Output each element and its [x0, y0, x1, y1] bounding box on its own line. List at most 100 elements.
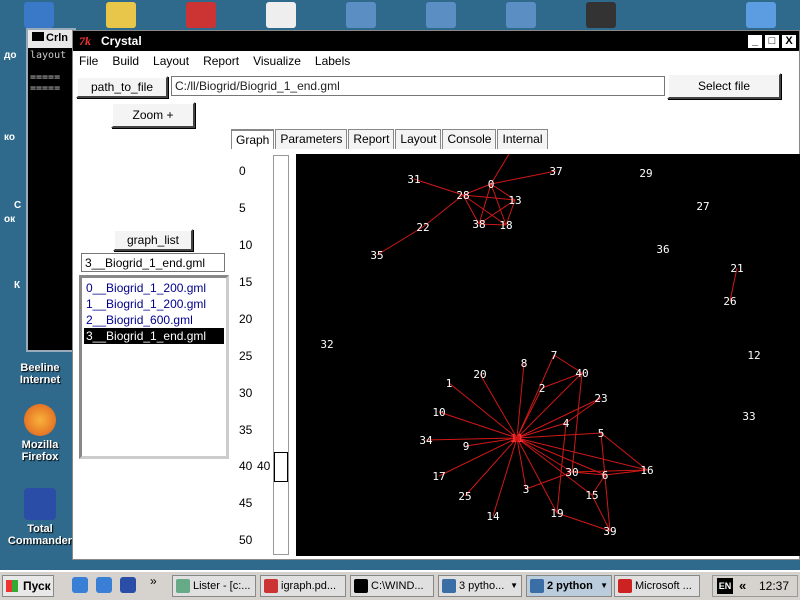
graph-drawing[interactable]: 0373128 1338 18223529273621263212337840201…: [296, 154, 800, 556]
graph-node-label[interactable]: 23: [594, 392, 607, 405]
ie-icon[interactable]: [72, 577, 88, 593]
graph-node-label[interactable]: 3: [523, 483, 530, 496]
graph-node-label[interactable]: 14: [486, 510, 500, 523]
zoom-slider[interactable]: [273, 155, 289, 555]
graph-node-label[interactable]: 15: [585, 489, 598, 502]
tab-layout[interactable]: Layout: [395, 129, 442, 149]
list-item[interactable]: 1__Biogrid_1_200.gml: [84, 296, 224, 312]
document-icon[interactable]: [266, 2, 296, 28]
graph-node-label[interactable]: 32: [320, 338, 333, 351]
python-file-icon[interactable]: [426, 2, 456, 28]
graph-node-label[interactable]: 0: [488, 178, 495, 191]
menu-labels[interactable]: Labels: [315, 54, 350, 68]
tab-internal[interactable]: Internal: [497, 129, 548, 149]
tab-console[interactable]: Console: [442, 129, 497, 149]
graph-node-label[interactable]: 16: [640, 464, 653, 477]
maximize-button[interactable]: □: [764, 33, 780, 49]
graph-node-label[interactable]: 6: [602, 469, 609, 482]
graph-file-name-field[interactable]: [81, 253, 225, 272]
graph-node-label[interactable]: 8: [521, 357, 528, 370]
tab-parameters[interactable]: Parameters: [275, 129, 348, 149]
graph-node-label[interactable]: 4: [563, 417, 570, 430]
file-path-field[interactable]: [171, 76, 665, 96]
graph-node-label[interactable]: 33: [742, 410, 755, 423]
select-file-button[interactable]: Select file: [667, 73, 781, 99]
console-window[interactable]: Crln layout ===== =====: [26, 28, 76, 352]
desktop-icon-total-commander[interactable]: Total Commander: [2, 488, 78, 547]
console-title[interactable]: Crln: [28, 30, 74, 48]
folder-icon[interactable]: [106, 2, 136, 28]
taskbar-item-lister[interactable]: Lister - [c:...: [172, 575, 256, 597]
graph-node-label[interactable]: 22: [416, 221, 429, 234]
graph-node-label[interactable]: 36: [656, 243, 669, 256]
total-commander-icon[interactable]: [120, 577, 136, 593]
menu-file[interactable]: File: [79, 54, 98, 68]
close-button[interactable]: X: [781, 33, 797, 49]
graph-node-label[interactable]: 38: [472, 218, 485, 231]
python-file-icon[interactable]: [506, 2, 536, 28]
menu-report[interactable]: Report: [203, 54, 239, 68]
minimize-button[interactable]: _: [747, 33, 763, 49]
start-button[interactable]: Пуск: [2, 575, 54, 597]
graph-node-label[interactable]: 2: [539, 382, 546, 395]
taskbar-item-python-2[interactable]: 2 python ▼: [526, 575, 612, 597]
taskbar-item-igraph[interactable]: igraph.pd...: [260, 575, 346, 597]
graph-node-label[interactable]: 18: [499, 219, 512, 232]
pdf-icon[interactable]: [186, 2, 216, 28]
list-item[interactable]: 2__Biogrid_600.gml: [84, 312, 224, 328]
menu-visualize[interactable]: Visualize: [253, 54, 301, 68]
graph-node-label[interactable]: 26: [723, 295, 736, 308]
graph-node-label[interactable]: 39: [603, 525, 616, 538]
graph-node-label[interactable]: 5: [598, 427, 605, 440]
taskbar-item-cmd[interactable]: C:\WIND...: [350, 575, 434, 597]
graph-node-label[interactable]: 10: [432, 406, 445, 419]
graph-node-label[interactable]: 37: [549, 165, 562, 178]
graph-node-label[interactable]: 40: [575, 367, 588, 380]
graph-node-label[interactable]: 20: [473, 368, 486, 381]
desktop-top-icon[interactable]: [24, 2, 54, 28]
zoom-plus-button[interactable]: Zoom +: [111, 102, 195, 128]
ie-icon[interactable]: [96, 577, 112, 593]
graph-edge: [492, 437, 518, 517]
graph-node-label[interactable]: 12: [747, 349, 760, 362]
list-item-selected[interactable]: 3__Biogrid_1_end.gml: [84, 328, 224, 344]
taskbar-item-python-3[interactable]: 3 pytho... ▼: [438, 575, 522, 597]
graph-node-label[interactable]: 27: [696, 200, 709, 213]
tray-expand-icon[interactable]: «: [739, 578, 746, 593]
graph-list-button[interactable]: graph_list: [113, 229, 193, 251]
graph-node-label[interactable]: 21: [730, 262, 743, 275]
graph-node-label[interactable]: 29: [639, 167, 652, 180]
taskbar-item-microsoft[interactable]: Microsoft ...: [614, 575, 700, 597]
graph-node-label[interactable]: 11: [510, 432, 524, 445]
graph-node-label[interactable]: 13: [508, 194, 521, 207]
menu-layout[interactable]: Layout: [153, 54, 189, 68]
python-file-icon[interactable]: [346, 2, 376, 28]
quick-launch-more-icon[interactable]: »: [150, 574, 157, 588]
terminal-icon[interactable]: [586, 2, 616, 28]
desktop-icon-firefox[interactable]: Mozilla Firefox: [2, 404, 78, 463]
list-item[interactable]: 0__Biogrid_1_200.gml: [84, 280, 224, 296]
tab-graph[interactable]: Graph: [231, 129, 275, 149]
graph-node-label[interactable]: 25: [458, 490, 471, 503]
graph-node-label[interactable]: 34: [419, 434, 433, 447]
graph-node-label[interactable]: 31: [407, 173, 420, 186]
graph-node-label[interactable]: 7: [551, 349, 558, 362]
tab-report[interactable]: Report: [348, 129, 395, 149]
graph-node-label[interactable]: 1: [446, 377, 453, 390]
graph-node-label[interactable]: 28: [456, 189, 469, 202]
graph-canvas[interactable]: 0 37 31 28 13 38 18 22 35 29 27 36 21 26 32 12 33 7 8 40 20 1…: [296, 154, 800, 556]
desktop-icon-beeline[interactable]: Beeline Internet: [2, 362, 78, 386]
side-label: С: [14, 200, 22, 211]
graph-node-label[interactable]: 17: [432, 470, 445, 483]
path-to-file-button[interactable]: path_to_file: [76, 76, 168, 98]
title-bar[interactable]: 7k Crystal _ □ X: [73, 31, 799, 51]
graph-node-label[interactable]: 35: [370, 249, 383, 262]
graph-file-list[interactable]: 0__Biogrid_1_200.gml 1__Biogrid_1_200.gm…: [79, 275, 229, 459]
graph-node-label[interactable]: 19: [550, 507, 563, 520]
language-indicator[interactable]: EN: [717, 578, 733, 594]
graph-node-label[interactable]: 30: [565, 466, 578, 479]
notepad-icon[interactable]: [746, 2, 776, 28]
menu-build[interactable]: Build: [112, 54, 139, 68]
zoom-slider-handle[interactable]: [274, 452, 288, 482]
graph-node-label[interactable]: 9: [463, 440, 470, 453]
